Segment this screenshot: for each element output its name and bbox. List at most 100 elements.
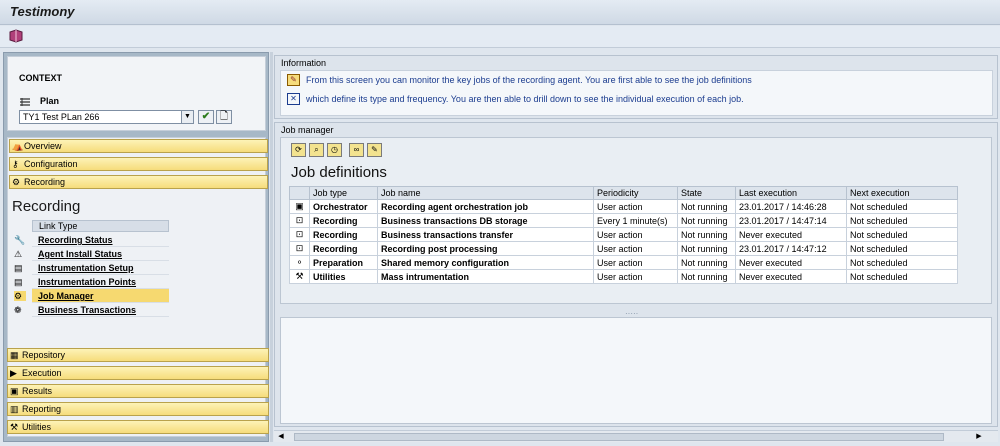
- transaction-icon: ❁: [14, 305, 22, 315]
- periodicity: User action: [593, 255, 678, 270]
- plan-label: Plan: [40, 96, 60, 106]
- periodicity: Every 1 minute(s): [593, 213, 678, 228]
- warning-icon: ⚠: [14, 249, 23, 259]
- link-agent-install-status[interactable]: ⚠ Agent Install Status: [12, 247, 169, 261]
- refresh-button[interactable]: ⟳: [291, 143, 306, 157]
- link-label[interactable]: Recording Status: [32, 233, 169, 247]
- column-header[interactable]: Next execution: [846, 186, 958, 200]
- glasses-button[interactable]: ∞: [349, 143, 364, 157]
- scroll-right-icon[interactable]: ▶: [974, 432, 984, 442]
- glasses-icon: ∞: [353, 145, 360, 154]
- book-icon[interactable]: [8, 29, 24, 45]
- nav-results-label: Results: [22, 386, 53, 396]
- column-header[interactable]: State: [677, 186, 736, 200]
- schedule-button[interactable]: ◷: [327, 143, 342, 157]
- checkmark-icon: ✔: [201, 111, 211, 122]
- plan-select[interactable]: TY1 Test PLan 266 ▼: [19, 110, 194, 124]
- display-button[interactable]: ⌕: [309, 143, 324, 157]
- job-type: Recording: [309, 213, 378, 228]
- table-row[interactable]: ⚒ Utilities Mass intrumentation User act…: [289, 269, 958, 284]
- utilities-icon: ⚒: [10, 422, 19, 432]
- recording-job-icon: ⊡: [289, 241, 310, 256]
- link-label[interactable]: Job Manager: [32, 289, 169, 303]
- nav-results[interactable]: ▣ Results: [7, 384, 269, 398]
- nav-repository-label: Repository: [22, 350, 66, 360]
- state: Not running: [677, 199, 736, 214]
- job-definitions-area: ⟳ ⌕ ◷ ∞ ✎ Job definitions Job type Job n…: [280, 137, 992, 304]
- job-manager-header: Job manager: [281, 125, 334, 135]
- periodicity: User action: [593, 199, 678, 214]
- results-icon: ▣: [10, 386, 19, 396]
- table-header-row: Job type Job name Periodicity State Last…: [289, 186, 958, 200]
- nav-reporting[interactable]: ▥ Reporting: [7, 402, 269, 416]
- link-business-transactions[interactable]: ❁ Business Transactions: [12, 303, 169, 317]
- nav-reporting-label: Reporting: [22, 404, 62, 414]
- chevron-down-icon[interactable]: ▼: [181, 111, 193, 123]
- confirm-button[interactable]: ✔: [198, 110, 214, 124]
- plan-select-value: TY1 Test PLan 266: [23, 112, 100, 122]
- recording-job-icon: ⊡: [289, 227, 310, 242]
- link-label[interactable]: Instrumentation Setup: [32, 261, 169, 275]
- last-execution: 23.01.2017 / 14:47:14: [735, 213, 847, 228]
- close-icon[interactable]: ✕: [287, 93, 300, 105]
- job-name: Mass intrumentation: [377, 269, 594, 284]
- table-row[interactable]: ⊡ Recording Business transactions DB sto…: [289, 213, 958, 228]
- table-row[interactable]: ⊡ Recording Business transactions transf…: [289, 227, 958, 242]
- job-type: Recording: [309, 227, 378, 242]
- horizontal-scrollbar[interactable]: ◀ ▶: [274, 430, 998, 442]
- edit-button[interactable]: ✎: [367, 143, 382, 157]
- link-label[interactable]: Business Transactions: [32, 303, 169, 317]
- nav-repository[interactable]: ▦ Repository: [7, 348, 269, 362]
- scrollbar-thumb[interactable]: [294, 433, 944, 441]
- info-book-icon: ✎: [287, 74, 300, 86]
- context-panel: CONTEXT Plan TY1 Test PLan 266 ▼ ✔ 🗋 ···…: [7, 56, 266, 142]
- periodicity: User action: [593, 227, 678, 242]
- toolbar: [0, 26, 1000, 48]
- orchestrator-icon: ▣: [289, 199, 310, 214]
- magnifier-icon: ⌕: [314, 145, 319, 154]
- state: Not running: [677, 255, 736, 270]
- table-row[interactable]: ⚬ Preparation Shared memory configuratio…: [289, 255, 958, 270]
- table-row[interactable]: ⊡ Recording Recording post processing Us…: [289, 241, 958, 256]
- plan-icon: [19, 97, 31, 107]
- key-icon: ⚷: [12, 159, 19, 169]
- next-execution: Not scheduled: [846, 241, 958, 256]
- scroll-left-icon[interactable]: ◀: [276, 432, 286, 442]
- link-instrumentation-setup[interactable]: ▤ Instrumentation Setup: [12, 261, 169, 275]
- last-execution: Never executed: [735, 227, 847, 242]
- table-row[interactable]: ▣ Orchestrator Recording agent orchestra…: [289, 199, 958, 214]
- icon-column-header: [289, 186, 310, 200]
- pencil-icon: ✎: [371, 145, 378, 154]
- document-icon: ▤: [14, 277, 23, 287]
- column-header[interactable]: Job name: [377, 186, 594, 200]
- link-job-manager[interactable]: ⚙ Job Manager: [12, 289, 169, 303]
- state: Not running: [677, 227, 736, 242]
- window-title: Testimony: [10, 4, 75, 19]
- link-instrumentation-points[interactable]: ▤ Instrumentation Points: [12, 275, 169, 289]
- job-name: Recording post processing: [377, 241, 594, 256]
- vertical-splitter[interactable]: [270, 52, 273, 442]
- link-label[interactable]: Instrumentation Points: [32, 275, 169, 289]
- nav-recording[interactable]: ⚙ Recording: [9, 175, 268, 189]
- preparation-icon: ⚬: [289, 255, 310, 270]
- link-recording-status[interactable]: 🔧 Recording Status: [12, 233, 169, 247]
- document-icon: 🗋: [219, 111, 229, 122]
- job-icon: ⚙: [14, 291, 26, 301]
- next-execution: Not scheduled: [846, 199, 958, 214]
- state: Not running: [677, 213, 736, 228]
- job-type: Recording: [309, 241, 378, 256]
- nav-overview[interactable]: ⛺ Overview: [9, 139, 268, 153]
- title-bar: Testimony: [0, 0, 1000, 25]
- link-label[interactable]: Agent Install Status: [32, 247, 169, 261]
- new-plan-button[interactable]: 🗋: [216, 110, 232, 124]
- nav-configuration[interactable]: ⚷ Configuration: [9, 157, 268, 171]
- column-header[interactable]: Job type: [309, 186, 378, 200]
- column-header[interactable]: Last execution: [735, 186, 847, 200]
- left-panel: CONTEXT Plan TY1 Test PLan 266 ▼ ✔ 🗋 ···…: [3, 52, 269, 442]
- job-definitions-table: Job type Job name Periodicity State Last…: [289, 186, 958, 284]
- nav-execution[interactable]: ▶ Execution: [7, 366, 269, 380]
- next-execution: Not scheduled: [846, 213, 958, 228]
- column-header[interactable]: Periodicity: [593, 186, 678, 200]
- nav-utilities[interactable]: ⚒ Utilities: [7, 420, 269, 434]
- reporting-icon: ▥: [10, 404, 19, 414]
